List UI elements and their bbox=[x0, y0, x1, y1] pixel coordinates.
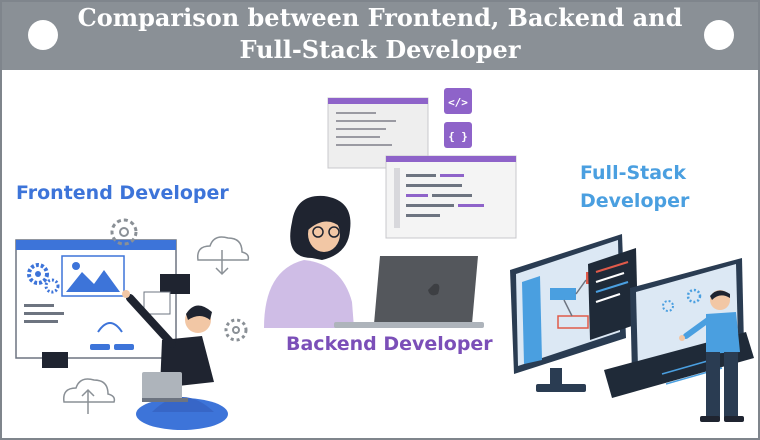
code-line bbox=[406, 174, 436, 177]
wireframe-line bbox=[24, 304, 54, 307]
fullstack-illustration bbox=[510, 234, 754, 422]
wireframe-titlebar bbox=[16, 240, 176, 250]
gear-icon bbox=[224, 318, 248, 342]
wireframe-line bbox=[24, 320, 58, 323]
code-line bbox=[406, 204, 454, 207]
illustrations: </> { } bbox=[15, 88, 754, 430]
code-line bbox=[458, 204, 484, 207]
code-line bbox=[440, 174, 464, 177]
code-line bbox=[432, 194, 472, 197]
backend-developer-label: Backend Developer bbox=[286, 333, 493, 355]
backend-illustration: </> { } bbox=[264, 88, 517, 328]
frontend-developer-label: Frontend Developer bbox=[16, 182, 229, 204]
code-window-back-titlebar bbox=[328, 98, 428, 104]
code-line bbox=[406, 194, 428, 197]
code-line bbox=[336, 120, 396, 122]
monitor-stand bbox=[550, 368, 562, 386]
wireframe-line bbox=[24, 312, 64, 315]
flow-node bbox=[550, 288, 576, 300]
code-line bbox=[406, 184, 462, 187]
wireframe-button bbox=[114, 344, 134, 350]
sun-icon bbox=[72, 262, 80, 270]
laptop-icon bbox=[374, 256, 478, 324]
cloud-download-icon bbox=[197, 236, 250, 276]
code-snippet-card bbox=[160, 274, 190, 294]
code-line bbox=[406, 214, 440, 217]
code-line bbox=[336, 128, 386, 130]
line-gutter bbox=[394, 168, 400, 228]
cloud-upload-icon bbox=[63, 378, 116, 414]
monitor-base bbox=[536, 384, 586, 392]
code-snippet-card bbox=[42, 352, 68, 368]
code-line bbox=[336, 112, 376, 114]
code-tag-icon-label: </> bbox=[448, 96, 468, 109]
code-window-front-titlebar bbox=[386, 156, 516, 162]
infographic-frame: Comparison between Frontend, Backend and… bbox=[0, 0, 760, 440]
fullstack-developer-label-line-1: Full-Stack bbox=[580, 162, 686, 184]
fullstack-developer-label-line-2: Developer bbox=[580, 190, 690, 212]
wireframe-button bbox=[90, 344, 110, 350]
wireframe-box bbox=[143, 291, 171, 315]
code-line bbox=[336, 144, 392, 146]
laptop-icon bbox=[142, 372, 182, 400]
frontend-illustration bbox=[15, 218, 250, 430]
code-line bbox=[336, 136, 380, 138]
sidebar-panel bbox=[522, 276, 542, 364]
braces-icon-label: { } bbox=[448, 130, 468, 143]
